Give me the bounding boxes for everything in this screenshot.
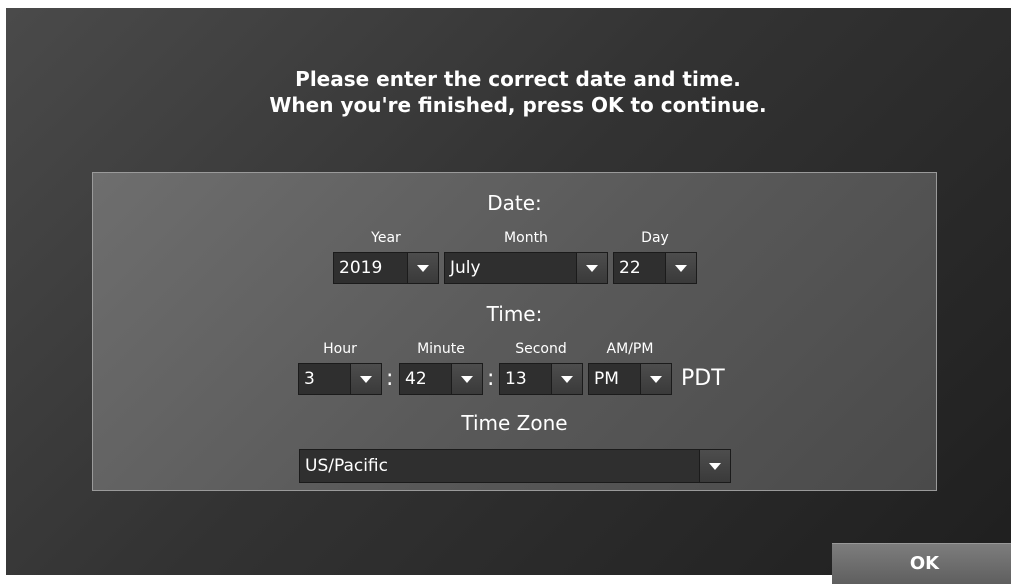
hour-select[interactable]: 3 bbox=[298, 363, 382, 395]
chevron-down-icon[interactable] bbox=[551, 364, 582, 394]
time-separator: : bbox=[386, 366, 394, 391]
day-value: 22 bbox=[619, 258, 641, 278]
year-value: 2019 bbox=[339, 258, 383, 278]
day-select[interactable]: 22 bbox=[613, 252, 697, 284]
month-value: July bbox=[450, 258, 481, 278]
instructions: Please enter the correct date and time. … bbox=[6, 66, 1011, 118]
minute-select[interactable]: 42 bbox=[399, 363, 483, 395]
year-select[interactable]: 2019 bbox=[333, 252, 439, 284]
chevron-down-icon[interactable] bbox=[451, 364, 482, 394]
datetime-panel: Date: Year Month Day 2019 July 22 Time: … bbox=[92, 172, 937, 491]
ampm-value: PM bbox=[594, 369, 619, 389]
instructions-line-1: Please enter the correct date and time. bbox=[295, 67, 741, 91]
second-label: Second bbox=[515, 341, 567, 357]
hour-label: Hour bbox=[323, 341, 357, 357]
minute-value: 42 bbox=[405, 369, 427, 389]
timezone-abbreviation: PDT bbox=[681, 366, 725, 391]
chevron-down-icon[interactable] bbox=[407, 253, 438, 283]
day-label: Day bbox=[641, 230, 669, 246]
chevron-down-icon[interactable] bbox=[665, 253, 696, 283]
chevron-down-icon[interactable] bbox=[576, 253, 607, 283]
instructions-line-2: When you're finished, press OK to contin… bbox=[269, 93, 767, 117]
time-title: Time: bbox=[486, 302, 543, 326]
hour-value: 3 bbox=[304, 369, 315, 389]
month-label: Month bbox=[504, 230, 548, 246]
timezone-select[interactable]: US/Pacific bbox=[299, 449, 731, 483]
second-value: 13 bbox=[505, 369, 527, 389]
date-title: Date: bbox=[487, 191, 542, 215]
timezone-value: US/Pacific bbox=[305, 456, 388, 476]
chevron-down-icon[interactable] bbox=[699, 450, 730, 482]
minute-label: Minute bbox=[417, 341, 465, 357]
ampm-select[interactable]: PM bbox=[588, 363, 672, 395]
setup-screen: Please enter the correct date and time. … bbox=[6, 8, 1011, 584]
chevron-down-icon[interactable] bbox=[350, 364, 381, 394]
ampm-label: AM/PM bbox=[606, 341, 654, 357]
ok-button[interactable]: OK bbox=[832, 543, 1011, 584]
time-separator: : bbox=[487, 366, 495, 391]
chevron-down-icon[interactable] bbox=[640, 364, 671, 394]
month-select[interactable]: July bbox=[444, 252, 608, 284]
timezone-title: Time Zone bbox=[461, 411, 568, 435]
year-label: Year bbox=[371, 230, 401, 246]
second-select[interactable]: 13 bbox=[499, 363, 583, 395]
